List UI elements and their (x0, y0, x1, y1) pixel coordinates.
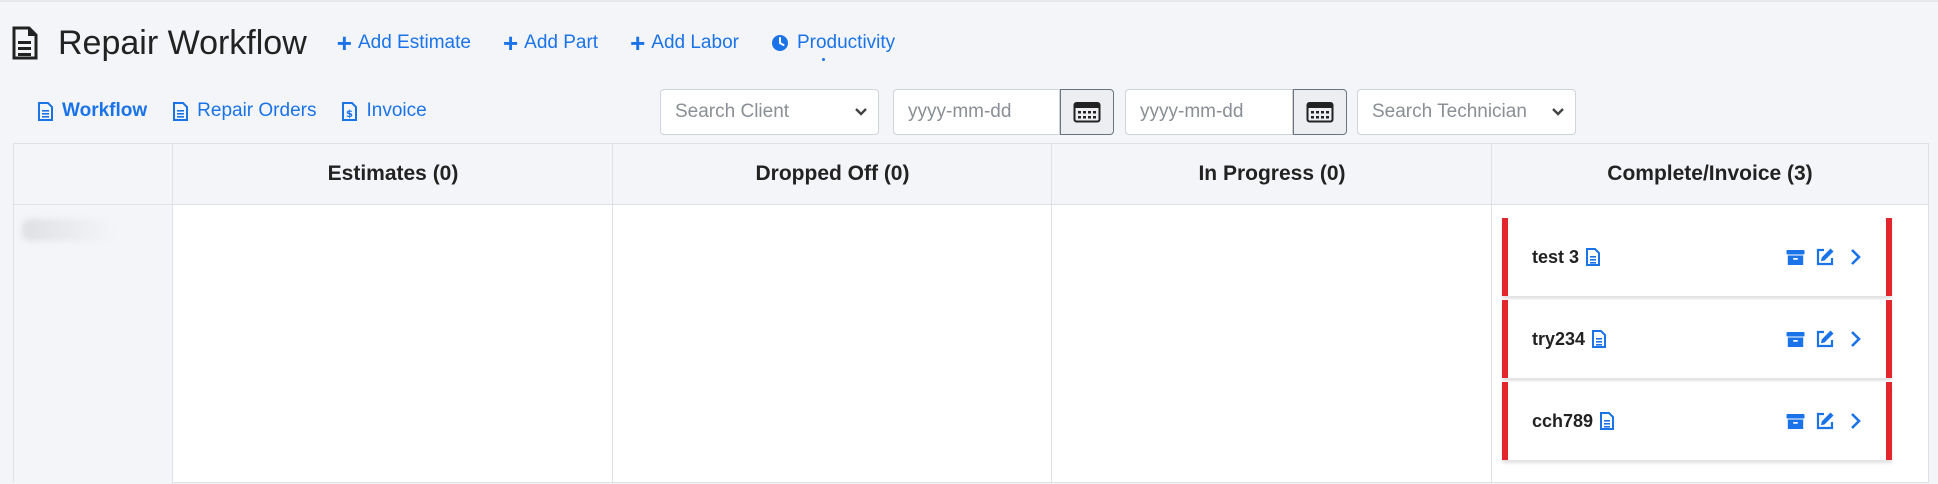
edit-icon[interactable] (1814, 246, 1836, 268)
card-title: cch789 (1532, 410, 1594, 431)
column-complete-invoice-label: Complete/Invoice (3) (1607, 162, 1813, 185)
tab-invoice[interactable]: $ Invoice (342, 100, 427, 122)
column-divider (172, 144, 173, 484)
chevron-down-icon (1552, 108, 1564, 116)
column-in-progress-label: In Progress (0) (1198, 162, 1346, 185)
column-divider (612, 144, 613, 484)
plus-icon: + (630, 28, 646, 58)
tab-repair-orders-label: Repair Orders (197, 100, 317, 121)
date-from-placeholder: yyyy-mm-dd (908, 101, 1012, 122)
page-header: Repair Workflow + Add Estimate + Add Par… (10, 20, 927, 66)
add-labor-link[interactable]: + Add Labor (630, 30, 739, 56)
edit-icon[interactable] (1814, 410, 1836, 432)
chevron-right-icon[interactable] (1844, 410, 1866, 432)
tab-workflow-label: Workflow (62, 100, 148, 121)
workflow-card[interactable]: try234 (1502, 300, 1892, 378)
tab-invoice-label: Invoice (366, 100, 427, 121)
plus-icon: + (336, 28, 352, 58)
date-to-calendar-button[interactable] (1293, 89, 1347, 135)
add-part-link[interactable]: + Add Part (503, 30, 598, 56)
card-title: test 3 (1532, 246, 1580, 267)
tab-workflow[interactable]: Workflow (38, 100, 147, 122)
client-select-placeholder: Search Client (675, 101, 790, 122)
chevron-right-icon[interactable] (1844, 328, 1866, 350)
column-estimates-label: Estimates (0) (327, 162, 459, 185)
date-from-input[interactable]: yyyy-mm-dd (893, 89, 1060, 135)
workflow-card[interactable]: cch789 (1502, 382, 1892, 460)
add-estimate-link[interactable]: + Add Estimate (337, 30, 471, 56)
calendar-icon (1306, 102, 1334, 123)
row-header-corner (14, 144, 173, 205)
add-labor-label: Add Labor (651, 32, 739, 53)
calendar-icon (1073, 102, 1101, 123)
productivity-link[interactable]: Productivity (771, 32, 895, 54)
archive-icon[interactable] (1784, 246, 1806, 268)
productivity-label: Productivity (796, 32, 896, 53)
technician-select-placeholder: Search Technician (1372, 101, 1527, 122)
blurred-row-label (22, 219, 112, 241)
column-in-progress-header: In Progress (0) (1052, 144, 1492, 205)
file-text-icon (38, 101, 53, 121)
add-estimate-label: Add Estimate (357, 32, 471, 53)
column-dropped-off-header: Dropped Off (0) (613, 144, 1052, 205)
row-header-cell (14, 205, 172, 484)
plus-icon: + (502, 28, 519, 58)
column-complete-invoice-header: Complete/Invoice (3) (1492, 144, 1928, 205)
workflow-card[interactable]: test 3 (1502, 218, 1892, 296)
document-icon[interactable] (1586, 248, 1601, 266)
sub-navigation: Workflow Repair Orders $ Invoice (38, 96, 453, 126)
column-divider (1051, 144, 1052, 484)
clock-icon (771, 35, 788, 51)
productivity-indicator (822, 58, 825, 61)
chevron-right-icon[interactable] (1844, 246, 1866, 268)
file-text-icon (173, 101, 189, 121)
card-title: try234 (1532, 328, 1586, 349)
client-select[interactable]: Search Client (660, 89, 879, 135)
top-divider (0, 0, 1938, 2)
chevron-down-icon (855, 108, 867, 116)
column-divider (1491, 144, 1492, 484)
column-dropped-off-label: Dropped Off (0) (755, 162, 910, 185)
page-title: Repair Workflow (58, 23, 307, 62)
technician-select[interactable]: Search Technician (1357, 89, 1576, 135)
date-to-placeholder: yyyy-mm-dd (1140, 101, 1244, 122)
tab-repair-orders[interactable]: Repair Orders (173, 100, 316, 122)
add-part-label: Add Part (524, 32, 599, 53)
document-icon[interactable] (1592, 330, 1607, 348)
date-from-calendar-button[interactable] (1060, 89, 1114, 135)
edit-icon[interactable] (1814, 328, 1836, 350)
column-estimates-header: Estimates (0) (173, 144, 613, 205)
svg-text:$: $ (347, 109, 354, 120)
archive-icon[interactable] (1784, 328, 1806, 350)
date-to-input[interactable]: yyyy-mm-dd (1125, 89, 1293, 135)
document-icon (10, 24, 40, 62)
archive-icon[interactable] (1784, 410, 1806, 432)
invoice-dollar-icon: $ (342, 101, 358, 121)
document-icon[interactable] (1600, 412, 1615, 430)
